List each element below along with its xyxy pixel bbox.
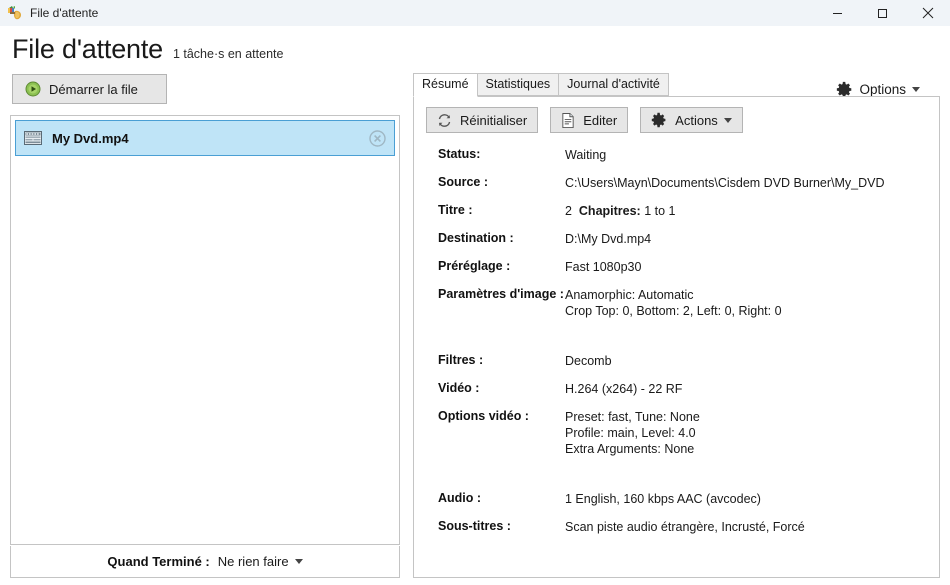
close-button[interactable] [905,0,950,26]
detail-value: C:\Users\Mayn\Documents\Cisdem DVD Burne… [565,176,885,190]
page-title: File d'attente [12,34,163,64]
start-queue-button[interactable]: Démarrer la file [12,74,167,104]
detail-label: Vidéo : [438,381,480,395]
detail-value-line: Extra Arguments: None [565,442,695,456]
gear-icon [651,112,667,128]
tab-resume[interactable]: Résumé [413,73,478,97]
minimize-button[interactable] [815,0,860,26]
queue-item-label: My Dvd.mp4 [52,130,129,146]
detail-row-video-options: Options vidéo : Preset: fast, Tune: None… [438,409,927,457]
detail-label: Paramètres d'image : [438,287,564,301]
detail-value: H.264 (x264) - 22 RF [565,382,683,396]
detail-value-line: Crop Top: 0, Bottom: 2, Left: 0, Right: … [565,304,782,318]
details-panel: Résumé Statistiques Journal d'activité R… [413,73,940,578]
tab-bar: Résumé Statistiques Journal d'activité [413,73,940,97]
title-bar: File d'attente [0,0,950,26]
remove-circle-icon[interactable] [369,129,386,147]
page-subtitle: 1 tâche·s en attente [172,47,284,61]
detail-row-preset: Préréglage : Fast 1080p30 [438,259,927,275]
detail-label: Options vidéo : [438,409,529,423]
detail-row-video: Vidéo : H.264 (x264) - 22 RF [438,381,927,397]
tab-journal-activite[interactable]: Journal d'activité [558,73,669,96]
page-header: File d'attente 1 tâche·s en attente [0,26,950,65]
detail-label: Titre : [438,203,473,217]
queue-list-item[interactable]: My Dvd.mp4 [15,120,395,156]
reset-button-label: Réinitialiser [460,112,528,128]
detail-value: 1 English, 160 kbps AAC (avcodec) [565,492,761,506]
action-button-row: Réinitialiser Editer Actions [426,107,927,133]
detail-label: Préréglage : [438,259,511,273]
window-controls [815,0,950,26]
detail-label: Audio : [438,491,482,505]
detail-value: Decomb [565,354,612,368]
detail-row-picture-settings: Paramètres d'image : Anamorphic: Automat… [438,287,927,319]
detail-value: Anamorphic: Automatic Crop Top: 0, Botto… [565,287,782,319]
detail-list: Status: Waiting Source : C:\Users\Mayn\D… [426,147,927,535]
maximize-button[interactable] [860,0,905,26]
handbrake-pineapple-icon [7,5,23,21]
detail-value: Fast 1080p30 [565,260,642,274]
detail-row-audio: Audio : 1 English, 160 kbps AAC (avcodec… [438,491,927,507]
detail-row-destination: Destination : D:\My Dvd.mp4 [438,231,927,247]
when-done-label: Quand Terminé : [107,554,210,569]
detail-row-source: Source : C:\Users\Mayn\Documents\Cisdem … [438,175,927,191]
when-done-bar: Quand Terminé : Ne rien faire [10,546,400,578]
detail-row-status: Status: Waiting [438,147,927,163]
refresh-icon [437,113,452,128]
chevron-down-icon[interactable] [294,559,303,564]
detail-row-subtitles: Sous-titres : Scan piste audio étrangère… [438,519,927,535]
detail-value-line: Preset: fast, Tune: None [565,410,700,424]
detail-value-line: Anamorphic: Automatic [565,288,694,302]
detail-value: Scan piste audio étrangère, Incrusté, Fo… [565,520,805,534]
detail-label: Source : [438,175,489,189]
chapters-range: 1 to 1 [644,204,676,218]
tab-statistiques[interactable]: Statistiques [476,73,560,96]
play-circle-icon [25,81,41,97]
queue-list-panel[interactable]: My Dvd.mp4 [10,115,400,545]
edit-button[interactable]: Editer [550,107,629,133]
detail-value: 2 Chapitres: 1 to 1 [565,203,676,219]
chevron-down-icon [723,117,732,123]
detail-label: Status: [438,147,481,161]
detail-label: Sous-titres : [438,519,511,533]
detail-label: Filtres : [438,353,484,367]
detail-value: Preset: fast, Tune: None Profile: main, … [565,409,700,457]
reset-button[interactable]: Réinitialiser [426,107,539,133]
film-strip-icon [24,131,42,145]
window-title: File d'attente [30,6,99,20]
detail-row-filtres: Filtres : Decomb [438,353,927,369]
chapters-label: Chapitres: [578,204,641,218]
detail-value-line: Profile: main, Level: 4.0 [565,426,696,440]
start-queue-label: Démarrer la file [49,81,138,97]
detail-label: Destination : [438,231,514,245]
actions-button[interactable]: Actions [640,107,743,133]
detail-row-titre: Titre : 2 Chapitres: 1 to 1 [438,203,927,219]
title-number: 2 [565,204,572,218]
document-edit-icon [561,112,575,128]
summary-tab-content: Réinitialiser Editer Actions Status: Wai… [413,97,940,578]
when-done-value[interactable]: Ne rien faire [218,554,289,569]
detail-value: Waiting [565,148,607,162]
edit-button-label: Editer [583,112,618,128]
detail-value: D:\My Dvd.mp4 [565,232,652,246]
actions-button-label: Actions [675,112,718,128]
